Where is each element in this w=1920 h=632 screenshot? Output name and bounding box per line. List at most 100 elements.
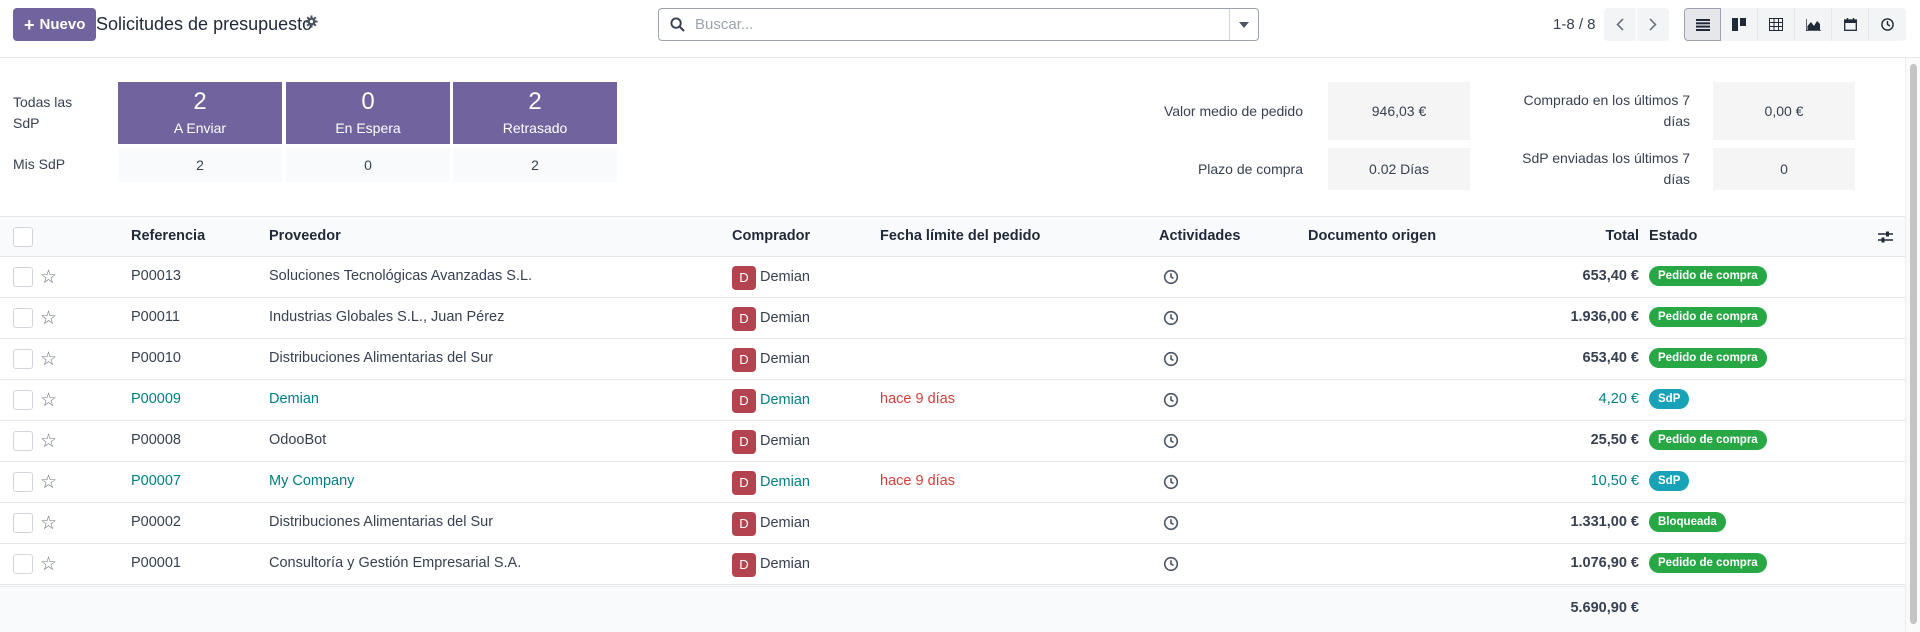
- table-row[interactable]: ☆ P00013 Soluciones Tecnológicas Avanzadas…: [0, 257, 1905, 298]
- row-checkbox[interactable]: [13, 267, 33, 287]
- cell-buyer: Demian: [760, 392, 810, 408]
- cell-buyer: Demian: [760, 269, 810, 285]
- row-checkbox[interactable]: [13, 431, 33, 451]
- row-checkbox[interactable]: [13, 554, 33, 574]
- status-badge: Pedido de compra: [1649, 266, 1767, 286]
- table-row[interactable]: ☆ P00010 Distribuciones Alimentarias del S…: [0, 339, 1905, 380]
- kanban-view-icon: [1732, 18, 1746, 31]
- avg-order-value: 946,03 €: [1328, 82, 1470, 140]
- cell-total: 653,40 €: [1582, 268, 1639, 284]
- table-row[interactable]: ☆ P00007 My Company D Demian hace 9 días 10,50…: [0, 462, 1905, 503]
- calendar-view-button[interactable]: [1832, 8, 1869, 41]
- activity-view-button[interactable]: [1869, 8, 1906, 41]
- my-to-send-count[interactable]: 2: [118, 148, 282, 182]
- vertical-scrollbar[interactable]: [1905, 58, 1920, 632]
- avatar[interactable]: D: [732, 553, 756, 577]
- star-icon[interactable]: ☆: [40, 266, 57, 289]
- search-options-toggle[interactable]: [1229, 9, 1258, 40]
- cell-vendor: Consultoría y Gestión Empresarial S.A.: [269, 555, 522, 571]
- avg-order-label: Valor medio de pedido: [1163, 103, 1303, 119]
- cell-total: 1.331,00 €: [1570, 514, 1639, 530]
- search-icon: [659, 17, 695, 32]
- activity-clock-icon[interactable]: [1163, 392, 1179, 412]
- star-icon[interactable]: ☆: [40, 430, 57, 453]
- tile-count: 0: [361, 88, 375, 115]
- new-button[interactable]: + Nuevo: [13, 8, 97, 41]
- table-row[interactable]: ☆ P00002 Distribuciones Alimentarias del S…: [0, 503, 1905, 544]
- cell-reference: P00009: [131, 391, 181, 407]
- star-icon[interactable]: ☆: [40, 389, 57, 412]
- status-badge: Bloqueada: [1649, 512, 1726, 532]
- col-source[interactable]: Documento origen: [1308, 228, 1436, 244]
- col-vendor[interactable]: Proveedor: [269, 228, 341, 244]
- list-view-button[interactable]: [1684, 8, 1721, 41]
- pager-previous-button[interactable]: [1604, 8, 1636, 41]
- cell-reference: P00001: [131, 555, 181, 571]
- activity-clock-icon[interactable]: [1163, 474, 1179, 494]
- chevron-left-icon: [1616, 18, 1624, 31]
- scrollbar-thumb[interactable]: [1910, 64, 1917, 624]
- optional-columns-icon[interactable]: [1878, 230, 1893, 248]
- row-checkbox[interactable]: [13, 349, 33, 369]
- star-icon[interactable]: ☆: [40, 348, 57, 371]
- col-reference[interactable]: Referencia: [131, 228, 205, 244]
- tile-late[interactable]: 2 Retrasado: [453, 82, 617, 144]
- col-activities[interactable]: Actividades: [1159, 228, 1240, 244]
- avatar[interactable]: D: [732, 266, 756, 290]
- search-input[interactable]: [695, 9, 1229, 40]
- graph-view-button[interactable]: [1795, 8, 1832, 41]
- row-checkbox[interactable]: [13, 513, 33, 533]
- avatar[interactable]: D: [732, 471, 756, 495]
- cell-reference: P00011: [131, 309, 180, 325]
- activity-clock-icon[interactable]: [1163, 515, 1179, 535]
- sent-7d-value: 0: [1713, 148, 1855, 190]
- col-state[interactable]: Estado: [1649, 228, 1697, 244]
- star-icon[interactable]: ☆: [40, 471, 57, 494]
- activity-clock-icon[interactable]: [1163, 269, 1179, 289]
- tile-waiting[interactable]: 0 En Espera: [286, 82, 450, 144]
- activity-clock-icon[interactable]: [1163, 433, 1179, 453]
- select-all-checkbox[interactable]: [13, 227, 33, 247]
- kanban-view-button[interactable]: [1721, 8, 1758, 41]
- avatar[interactable]: D: [732, 430, 756, 454]
- all-rfq-label: Todas las SdP: [13, 94, 73, 131]
- bought-7d-value: 0,00 €: [1713, 82, 1855, 140]
- activity-clock-icon[interactable]: [1163, 310, 1179, 330]
- star-icon[interactable]: ☆: [40, 512, 57, 535]
- activity-clock-icon[interactable]: [1163, 351, 1179, 371]
- table-row[interactable]: ☆ P00008 OdooBot D Demian 25,50 € Pedido de co…: [0, 421, 1905, 462]
- cell-vendor: My Company: [269, 473, 355, 489]
- tile-to-send[interactable]: 2 A Enviar: [118, 82, 282, 144]
- activity-clock-icon[interactable]: [1163, 556, 1179, 576]
- tile-count: 2: [193, 88, 207, 115]
- table-row[interactable]: ☆ P00001 Consultoría y Gestión Empresarial…: [0, 544, 1905, 585]
- pager-next-button[interactable]: [1637, 8, 1669, 41]
- tile-count: 2: [528, 88, 542, 115]
- avatar[interactable]: D: [732, 389, 756, 413]
- cell-reference: P00008: [131, 432, 181, 448]
- cell-vendor: Distribuciones Alimentarias del Sur: [269, 350, 494, 366]
- avatar[interactable]: D: [732, 307, 756, 331]
- row-checkbox[interactable]: [13, 308, 33, 328]
- my-late-count[interactable]: 2: [453, 148, 617, 182]
- row-checkbox[interactable]: [13, 390, 33, 410]
- col-deadline[interactable]: Fecha límite del pedido: [880, 228, 1040, 244]
- avatar[interactable]: D: [732, 348, 756, 372]
- pager-value[interactable]: 1-8 / 8: [1553, 16, 1596, 33]
- col-buyer[interactable]: Comprador: [732, 228, 810, 244]
- gear-icon[interactable]: [305, 15, 318, 32]
- row-checkbox[interactable]: [13, 472, 33, 492]
- avatar[interactable]: D: [732, 512, 756, 536]
- pivot-view-button[interactable]: [1758, 8, 1795, 41]
- star-icon[interactable]: ☆: [40, 307, 57, 330]
- sent-7d-label: SdP enviadas los últimos 7 días: [1522, 150, 1690, 187]
- my-rfq-label: Mis SdP: [13, 156, 66, 172]
- status-badge: SdP: [1649, 471, 1690, 491]
- table-row[interactable]: ☆ P00011 Industrias Globales S.L., Juan Pé…: [0, 298, 1905, 339]
- col-total[interactable]: Total: [1605, 228, 1639, 244]
- tile-label: En Espera: [335, 120, 401, 136]
- star-icon[interactable]: ☆: [40, 553, 57, 576]
- table-row[interactable]: ☆ P00009 Demian D Demian hace 9 días 4,20 € SdP: [0, 380, 1905, 421]
- my-waiting-count[interactable]: 0: [286, 148, 450, 182]
- status-badge: SdP: [1649, 389, 1690, 409]
